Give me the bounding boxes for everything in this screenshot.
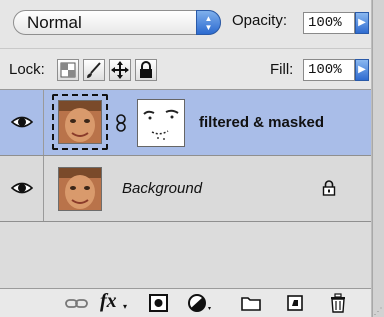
face-thumbnail-icon bbox=[59, 168, 101, 210]
eye-icon bbox=[11, 182, 33, 194]
lock-transparent-pixels-button[interactable] bbox=[57, 59, 79, 81]
lock-all-button[interactable] bbox=[135, 59, 157, 81]
fx-dropdown-icon: ▾ bbox=[123, 302, 128, 311]
brush-icon bbox=[87, 62, 101, 78]
add-mask-icon[interactable] bbox=[148, 293, 170, 313]
visibility-toggle[interactable] bbox=[0, 90, 44, 155]
padlock-icon bbox=[140, 61, 152, 78]
lock-image-pixels-button[interactable] bbox=[83, 59, 105, 81]
blend-opacity-row: Normal ▲ ▼ Opacity: 100% ▶ bbox=[0, 0, 371, 48]
layer-mask-thumbnail[interactable] bbox=[137, 99, 185, 147]
move-arrows-icon bbox=[111, 61, 129, 79]
layer-thumbnail[interactable] bbox=[58, 100, 102, 144]
lock-fill-row: Lock: Fill: 100% ▶ bbox=[0, 48, 371, 90]
mask-link-icon[interactable] bbox=[115, 114, 127, 132]
opacity-field[interactable]: 100% bbox=[303, 12, 355, 34]
layer-lock-icon bbox=[322, 180, 336, 196]
layer-thumbnail[interactable] bbox=[58, 167, 102, 211]
blend-mode-value: Normal bbox=[27, 13, 82, 32]
layers-list: filtered & masked Background bbox=[0, 90, 371, 288]
trash-icon[interactable] bbox=[328, 293, 348, 313]
layers-bottom-bar: fx ▾ bbox=[0, 288, 371, 317]
opacity-slider-arrow-icon[interactable]: ▶ bbox=[355, 12, 369, 34]
new-layer-icon[interactable] bbox=[285, 293, 305, 313]
layer-name[interactable]: Background bbox=[122, 180, 202, 197]
resize-grip-icon[interactable]: ⋰ bbox=[372, 305, 384, 317]
link-layers-icon[interactable] bbox=[64, 293, 90, 313]
fx-icon[interactable]: fx bbox=[100, 290, 117, 312]
eye-icon bbox=[11, 116, 33, 128]
face-thumbnail-icon bbox=[59, 101, 101, 143]
fill-label: Fill: bbox=[270, 61, 294, 78]
lock-label: Lock: bbox=[9, 61, 45, 78]
opacity-label: Opacity: bbox=[232, 12, 288, 29]
select-arrows-icon[interactable]: ▲ ▼ bbox=[196, 10, 221, 35]
layers-panel: Normal ▲ ▼ Opacity: 100% ▶ Lock: Fill: 1… bbox=[0, 0, 372, 317]
layer-name[interactable]: filtered & masked bbox=[199, 114, 324, 131]
layer-row-filtered-masked[interactable]: filtered & masked bbox=[0, 90, 371, 156]
adjustment-layer-icon[interactable] bbox=[187, 293, 213, 313]
mask-face-icon bbox=[143, 109, 179, 140]
lock-position-button[interactable] bbox=[109, 59, 131, 81]
new-group-icon[interactable] bbox=[240, 293, 262, 313]
panel-scrollbar[interactable]: ⋰ bbox=[372, 0, 384, 317]
fill-field[interactable]: 100% bbox=[303, 59, 355, 81]
blend-mode-select[interactable]: Normal ▲ ▼ bbox=[13, 10, 221, 35]
checker-icon bbox=[60, 62, 76, 78]
visibility-toggle[interactable] bbox=[0, 156, 44, 221]
empty-list-area bbox=[0, 222, 371, 288]
layer-row-background[interactable]: Background bbox=[0, 156, 371, 222]
fill-slider-arrow-icon[interactable]: ▶ bbox=[355, 59, 369, 81]
